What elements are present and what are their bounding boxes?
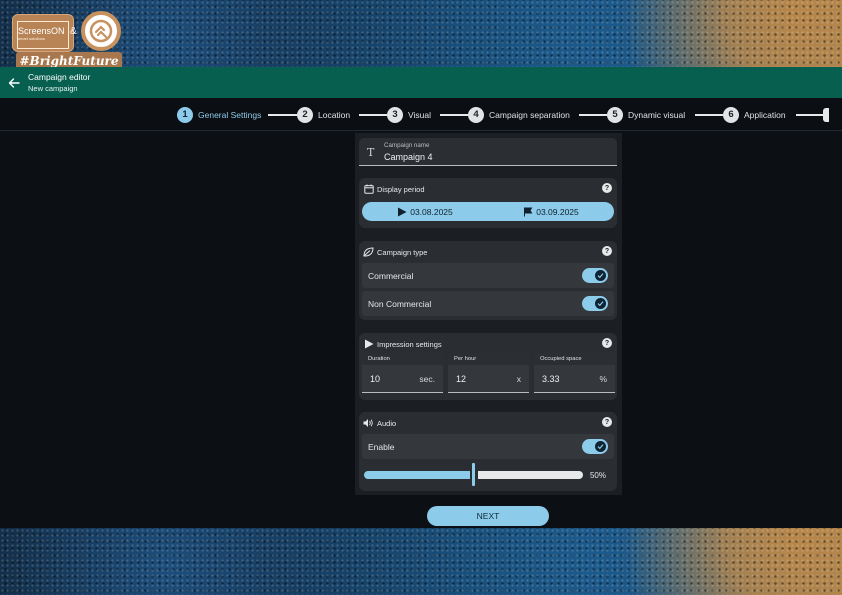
audio-enable-row: Enable — [362, 434, 614, 459]
step-application[interactable]: 6 Application — [723, 106, 786, 123]
next-button[interactable]: NEXT — [427, 506, 549, 526]
occupied-space-input[interactable]: 3.33 — [542, 374, 560, 384]
step-connector — [579, 114, 607, 116]
step-label: Dynamic visual — [628, 109, 686, 120]
campaign-name-field[interactable]: T Campaign name Campaign 4 — [359, 138, 617, 166]
date-range-picker[interactable]: 03.08.2025 03.09.2025 — [362, 202, 614, 221]
occupied-space-field[interactable]: Occupied space 3.33 % — [534, 353, 615, 393]
check-icon — [595, 270, 606, 281]
duration-unit: sec. — [419, 374, 435, 384]
partner-logo-icon — [81, 11, 121, 51]
step-number: 1 — [177, 106, 193, 123]
flag-icon — [524, 207, 533, 216]
volume-value: 50% — [589, 471, 606, 480]
occupied-space-unit: % — [599, 374, 607, 384]
header-backdrop — [0, 0, 842, 67]
step-number: 3 — [387, 106, 403, 123]
duration-label: Duration — [362, 353, 443, 365]
step-label: Visual — [408, 109, 431, 120]
non-commercial-label: Non Commercial — [368, 299, 432, 309]
non-commercial-row: Non Commercial — [362, 291, 614, 316]
step-connector — [359, 114, 387, 116]
step-label: Location — [318, 109, 351, 120]
per-hour-field[interactable]: Per hour 12 x — [448, 353, 529, 393]
step-campaign-separation[interactable]: 4 Campaign separation — [468, 106, 570, 123]
start-date-value: 03.08.2025 — [410, 206, 453, 217]
help-icon[interactable]: ? — [602, 417, 612, 427]
step-connector — [695, 114, 723, 116]
help-icon[interactable]: ? — [602, 246, 612, 256]
play-icon — [398, 207, 407, 216]
display-period-title: Display period — [377, 184, 425, 194]
footer-backdrop — [0, 528, 842, 595]
step-number: 6 — [723, 106, 739, 123]
campaign-name-label: Campaign name — [384, 142, 430, 149]
stepper-scroll-indicator — [823, 108, 829, 122]
calendar-icon — [363, 184, 374, 195]
help-icon[interactable]: ? — [602, 183, 612, 193]
non-commercial-toggle[interactable] — [582, 296, 608, 311]
step-location[interactable]: 2 Location — [297, 106, 350, 123]
back-arrow-icon[interactable] — [8, 76, 20, 88]
text-format-icon: T — [367, 146, 375, 159]
audio-enable-label: Enable — [368, 442, 395, 452]
end-date-value: 03.09.2025 — [536, 206, 579, 217]
per-hour-input[interactable]: 12 — [456, 374, 466, 384]
step-general-settings[interactable]: 1 General Settings — [177, 106, 261, 123]
volume-track-filled — [364, 471, 470, 479]
commercial-toggle[interactable] — [582, 268, 608, 283]
play-icon — [363, 339, 374, 350]
step-label: General Settings — [198, 109, 262, 120]
audio-title: Audio — [377, 418, 397, 428]
volume-track-remaining — [478, 471, 583, 479]
campaign-type-title: Campaign type — [377, 247, 428, 257]
speaker-icon — [363, 418, 374, 429]
campaign-type-card: Campaign type ? Commercial Non Commercia… — [359, 241, 617, 320]
volume-slider-thumb[interactable] — [472, 463, 475, 486]
help-icon[interactable]: ? — [602, 338, 612, 348]
per-hour-label: Per hour — [448, 353, 529, 365]
wizard-stepper: 1 General Settings 2 Location 3 Visual 4… — [0, 98, 842, 131]
start-date[interactable]: 03.08.2025 — [362, 202, 488, 221]
check-icon — [595, 441, 606, 452]
app-bar: Campaign editor New campaign — [0, 67, 842, 98]
page-title: Campaign editor — [28, 72, 91, 82]
step-label: Campaign separation — [489, 109, 570, 120]
step-number: 2 — [297, 106, 313, 123]
step-label: Application — [744, 109, 786, 120]
audio-enable-toggle[interactable] — [582, 439, 608, 454]
step-visual[interactable]: 3 Visual — [387, 106, 431, 123]
step-dynamic-visual[interactable]: 5 Dynamic visual — [607, 106, 685, 123]
check-icon — [595, 298, 606, 309]
brand-logo: ScreensON smart solutions & #BrightFutur… — [12, 10, 124, 72]
volume-slider[interactable]: 50% — [362, 461, 614, 491]
page-subtitle: New campaign — [28, 84, 78, 93]
step-number: 4 — [468, 106, 484, 123]
impression-settings-card: Impression settings ? Duration 10 sec. P… — [359, 333, 617, 400]
end-date[interactable]: 03.09.2025 — [488, 202, 614, 221]
general-settings-panel: T Campaign name Campaign 4 Display perio… — [355, 133, 622, 495]
impression-settings-title: Impression settings — [377, 339, 442, 349]
leaf-icon — [363, 247, 374, 258]
commercial-row: Commercial — [362, 263, 614, 288]
step-number: 5 — [607, 106, 623, 123]
audio-card: Audio ? Enable 50% — [359, 412, 617, 491]
step-connector — [440, 114, 468, 116]
per-hour-unit: x — [516, 374, 521, 384]
screenson-logo: ScreensON smart solutions — [12, 14, 74, 52]
commercial-label: Commercial — [368, 271, 414, 281]
step-connector — [796, 114, 824, 116]
occupied-space-label: Occupied space — [534, 353, 615, 365]
duration-field[interactable]: Duration 10 sec. — [362, 353, 443, 393]
duration-input[interactable]: 10 — [370, 374, 380, 384]
campaign-name-input[interactable]: Campaign 4 — [384, 152, 433, 162]
step-connector — [268, 114, 297, 116]
display-period-card: Display period ? 03.08.2025 03.09.2025 — [359, 178, 617, 228]
logo-ampersand: & — [70, 26, 77, 37]
